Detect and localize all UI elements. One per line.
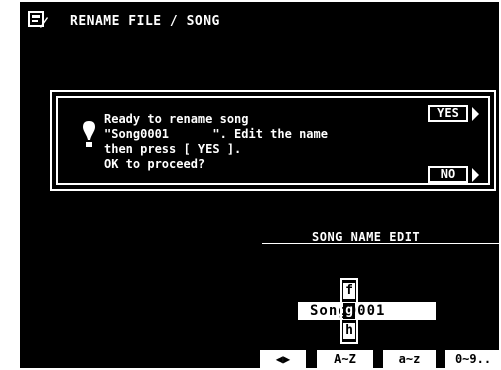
dialog-line: then press [ YES ]. [104,142,242,156]
prev-character[interactable]: f [343,283,355,299]
divider [262,243,499,244]
no-arrow-icon[interactable] [472,168,479,182]
uppercase-button[interactable]: A~Z [317,350,373,368]
lowercase-button[interactable]: a~z [383,350,436,368]
file-edit-icon [28,11,48,28]
dialog-line: "Song0001 ". Edit the name [104,127,328,141]
page-title: RENAME FILE / SONG [70,14,220,29]
no-button[interactable]: NO [428,166,468,183]
next-character[interactable]: h [343,323,355,339]
numbers-button[interactable]: 0~9.. [445,350,499,368]
dialog-line: OK to proceed? [104,157,206,171]
cursor-move-button[interactable]: ◀▶ [260,350,306,368]
dialog-message: Ready to rename song "Song0001 ". Edit t… [104,112,328,172]
lcd-screen: RENAME FILE / SONG Ready to rename song … [20,2,499,368]
yes-arrow-icon[interactable] [472,107,479,121]
name-edit-title: SONG NAME EDIT [312,230,421,244]
exclamation-icon [83,121,95,147]
dialog-line: Ready to rename song [104,112,249,126]
current-character[interactable]: g [343,303,355,319]
yes-button[interactable]: YES [428,105,468,122]
